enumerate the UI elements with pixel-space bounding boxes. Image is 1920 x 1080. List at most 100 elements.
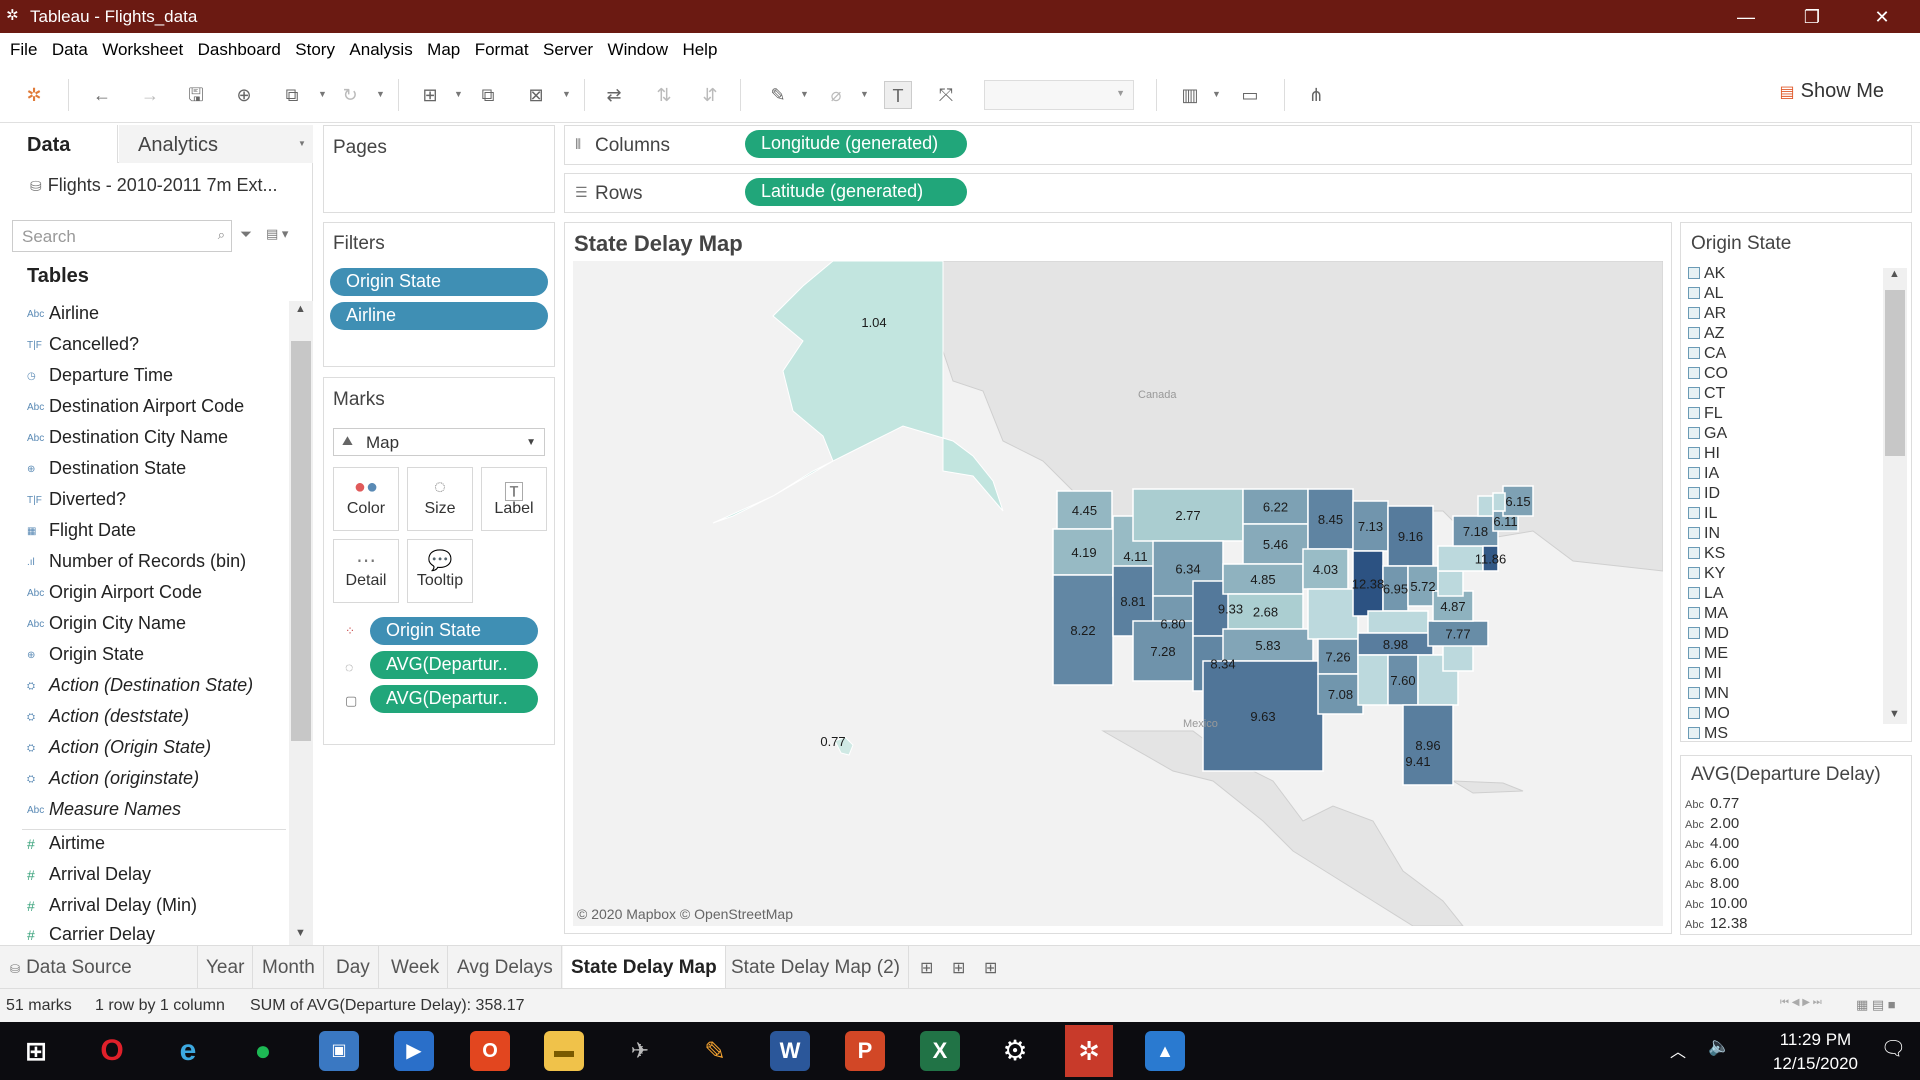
field-action-destination-state[interactable]: ⛭ Action (Destination State) xyxy=(27,675,253,702)
field-destination-airport-code[interactable]: Abc Destination Airport Code xyxy=(27,396,244,423)
filter-pill-airline[interactable]: Airline xyxy=(330,302,548,330)
state-mo[interactable] xyxy=(1307,588,1359,640)
legend-state-item[interactable]: IL xyxy=(1688,505,1717,523)
view-options-icon[interactable]: ▤ ▾ xyxy=(266,226,288,242)
tab-month[interactable]: Month xyxy=(254,946,324,989)
menu-window[interactable]: Window xyxy=(604,33,672,67)
menu-file[interactable]: File xyxy=(6,33,41,67)
map-canvas[interactable]: 1.04 4.45 2.77 6.22 8.45 4.19 4.11 5.46 7.13 9.16… xyxy=(573,261,1663,926)
show-labels-icon[interactable]: T xyxy=(884,81,912,109)
legend-state-item[interactable]: HI xyxy=(1688,445,1720,463)
close-button[interactable]: ✕ xyxy=(1862,5,1902,29)
spotify-icon[interactable]: ● xyxy=(243,1031,283,1071)
field-flight-date[interactable]: ▦ Flight Date xyxy=(27,520,136,547)
notifications-icon[interactable]: 🗨 xyxy=(1881,1036,1906,1061)
legend-value-item[interactable]: Abc 2.00 xyxy=(1685,815,1739,832)
scroll-down-icon[interactable]: ▼ xyxy=(1889,708,1900,720)
tab-week[interactable]: Week xyxy=(383,946,449,989)
field-airtime[interactable]: # Airtime xyxy=(27,833,105,860)
new-story-icon[interactable]: ⊞ xyxy=(984,958,997,978)
state-ky[interactable] xyxy=(1367,610,1429,634)
legend-value-item[interactable]: Abc 4.00 xyxy=(1685,835,1739,852)
legend-state-item[interactable]: ME xyxy=(1688,645,1728,663)
legend-state-item[interactable]: AL xyxy=(1688,285,1724,303)
legend-state-item[interactable]: KS xyxy=(1688,545,1725,563)
state-nh[interactable] xyxy=(1492,492,1506,512)
minimize-button[interactable]: — xyxy=(1726,5,1766,29)
show-me-button[interactable]: ▤ Show Me xyxy=(1780,80,1885,103)
media-player-icon[interactable]: ▶ xyxy=(394,1031,434,1071)
datasource-item[interactable]: ⛁ Flights - 2010-2011 7m Ext... xyxy=(30,175,278,196)
tab-year[interactable]: Year xyxy=(198,946,254,989)
filter-icon[interactable]: ⏷ xyxy=(240,226,252,243)
search-input[interactable]: Search ⌕ xyxy=(12,220,232,252)
legend-state-item[interactable]: KY xyxy=(1688,565,1725,583)
field-departure-time[interactable]: ◷ Departure Time xyxy=(27,365,173,392)
field-airline[interactable]: Abc Airline xyxy=(27,303,99,330)
field-destination-city-name[interactable]: Abc Destination City Name xyxy=(27,427,228,454)
pane-menu-caret-icon[interactable]: ▼ xyxy=(298,139,306,148)
tableau-home-icon[interactable]: ✲ xyxy=(20,81,48,109)
legend-state-item[interactable]: AR xyxy=(1688,305,1726,323)
word-icon[interactable]: W xyxy=(770,1031,810,1071)
field-origin-airport-code[interactable]: Abc Origin Airport Code xyxy=(27,582,202,609)
new-worksheet-icon[interactable]: ⊞ xyxy=(920,958,933,978)
legend-state-item[interactable]: GA xyxy=(1688,425,1727,443)
highlight-icon[interactable]: ✎ xyxy=(764,81,792,109)
field-arrival-delay-min[interactable]: # Arrival Delay (Min) xyxy=(27,895,197,922)
marks-pill-avg-departure-size[interactable]: AVG(Departur.. xyxy=(370,651,538,679)
legend-value-item[interactable]: Abc 0.77 xyxy=(1685,795,1739,812)
scroll-down-icon[interactable]: ▼ xyxy=(295,927,306,939)
menu-dashboard[interactable]: Dashboard xyxy=(194,33,285,67)
field-action-originstate[interactable]: ⛭ Action (originstate) xyxy=(27,768,199,795)
map-svg[interactable]: 1.04 4.45 2.77 6.22 8.45 4.19 4.11 5.46 7.13 9.16… xyxy=(573,261,1663,926)
field-diverted[interactable]: T|F Diverted? xyxy=(27,489,126,516)
legend-value-item[interactable]: Abc 12.38 xyxy=(1685,915,1748,932)
tab-data[interactable]: Data xyxy=(0,125,118,163)
redo-icon[interactable]: → xyxy=(136,81,164,109)
tab-avg-delays[interactable]: Avg Delays xyxy=(449,946,562,989)
pause-updates-icon[interactable]: ⧉ xyxy=(278,81,306,109)
photos-icon[interactable]: ▲ xyxy=(1145,1031,1185,1071)
legend-value-item[interactable]: Abc 6.00 xyxy=(1685,855,1739,872)
legend-state-item[interactable]: AZ xyxy=(1688,325,1724,343)
steam-icon[interactable]: ⚙ xyxy=(995,1031,1035,1071)
clear-sheet-icon[interactable]: ⊠ xyxy=(522,81,550,109)
filter-pill-origin-state[interactable]: Origin State xyxy=(330,268,548,296)
rows-pill-latitude[interactable]: Latitude (generated) xyxy=(745,178,967,206)
presentation-icon[interactable]: ▭ xyxy=(1236,81,1264,109)
scroll-thumb[interactable] xyxy=(1885,290,1905,456)
tab-state-delay-map[interactable]: State Delay Map xyxy=(563,946,726,989)
edge-icon[interactable]: e xyxy=(168,1031,208,1071)
legend-value-item[interactable]: Abc 10.00 xyxy=(1685,895,1748,912)
app-icon[interactable]: ✈ xyxy=(620,1031,660,1071)
marks-size-button[interactable]: ◌ Size xyxy=(407,467,473,531)
duplicate-icon[interactable]: ⧉ xyxy=(474,81,502,109)
marks-tooltip-button[interactable]: 💬 Tooltip xyxy=(407,539,473,603)
legend-state-item[interactable]: IN xyxy=(1688,525,1720,543)
legend-state-item[interactable]: CT xyxy=(1688,385,1725,403)
tab-day[interactable]: Day xyxy=(328,946,379,989)
powerpoint-icon[interactable]: P xyxy=(845,1031,885,1071)
legend-state-item[interactable]: AK xyxy=(1688,265,1725,283)
legend-value-item[interactable]: Abc 8.00 xyxy=(1685,875,1739,892)
pages-card[interactable]: Pages xyxy=(323,125,555,213)
menu-format[interactable]: Format xyxy=(471,33,533,67)
new-worksheet-icon[interactable]: ⊞ xyxy=(416,81,444,109)
legend-state-item[interactable]: CO xyxy=(1688,365,1728,383)
legend-state-item[interactable]: MS xyxy=(1688,725,1728,743)
save-icon[interactable]: 🖫 xyxy=(182,81,210,109)
new-datasource-icon[interactable]: ⊕ xyxy=(230,81,258,109)
scroll-thumb[interactable] xyxy=(291,341,311,741)
windows-start-icon[interactable]: ⊞ xyxy=(16,1031,56,1071)
marks-color-button[interactable]: ●● Color xyxy=(333,467,399,531)
share-icon[interactable]: ⋔ xyxy=(1302,81,1330,109)
sort-desc-icon[interactable]: ⇵ xyxy=(696,81,724,109)
menu-server[interactable]: Server xyxy=(539,33,597,67)
show-cards-icon[interactable]: ▥ xyxy=(1176,81,1204,109)
new-dashboard-icon[interactable]: ⊞ xyxy=(952,958,965,978)
field-measure-names[interactable]: Abc Measure Names xyxy=(27,799,181,826)
columns-shelf[interactable]: ⦀ Columns Longitude (generated) xyxy=(564,125,1912,165)
marks-pill-origin-state[interactable]: Origin State xyxy=(370,617,538,645)
excel-icon[interactable]: X xyxy=(920,1031,960,1071)
